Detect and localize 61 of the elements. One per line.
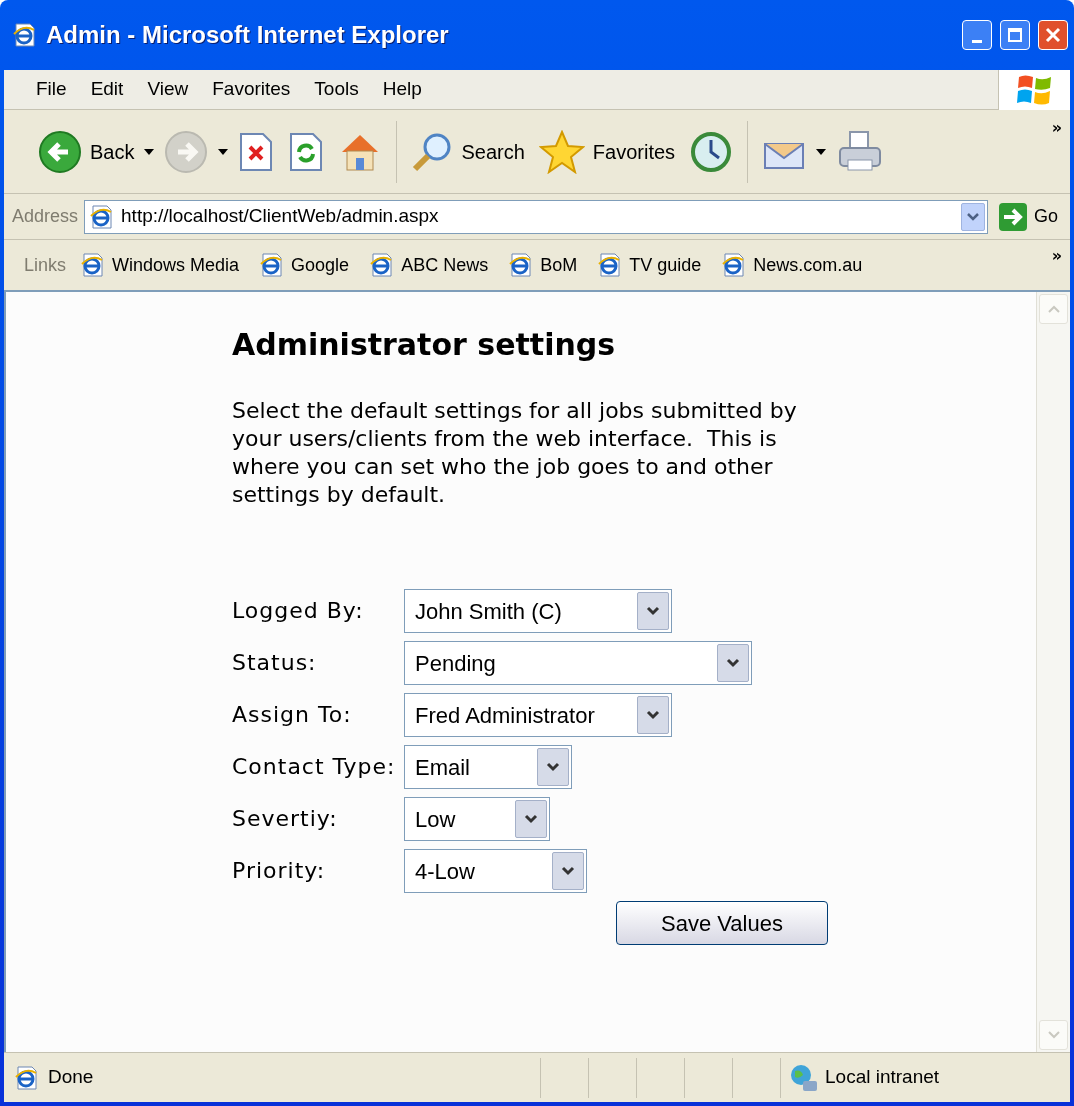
dropdown-field[interactable]: 4-Low [404, 849, 587, 893]
dropdown-field[interactable]: Low [404, 797, 550, 841]
link-button[interactable]: ABC News [369, 251, 489, 279]
links-label: Links [24, 253, 67, 277]
minimize-button[interactable] [962, 20, 992, 50]
menu-item[interactable]: Favorites [200, 75, 303, 104]
menu-item[interactable]: Edit [78, 75, 136, 104]
chevron-button[interactable]: » [1051, 244, 1062, 268]
link-button[interactable]: Windows Media [80, 251, 240, 279]
field-label: Severtiy: [232, 805, 339, 833]
caret-icon [546, 762, 560, 772]
favorites-button[interactable]: Favorites [534, 129, 680, 174]
search-button[interactable]: Search [407, 130, 529, 173]
page-icon [12, 22, 38, 48]
save-button[interactable]: Save Values [616, 901, 828, 945]
caret-icon [646, 710, 660, 720]
dropdown-field[interactable]: Pending [404, 641, 752, 685]
caret-icon [726, 658, 740, 668]
link-button[interactable]: News.com.au [721, 251, 863, 279]
link-button[interactable]: TV guide [597, 251, 702, 279]
chevron-button[interactable]: » [1051, 116, 1062, 140]
link-button[interactable]: Google [259, 251, 350, 279]
field-label: Priority: [232, 857, 327, 885]
caret-icon [646, 606, 660, 616]
link-button[interactable]: BoM [508, 251, 578, 279]
field-label: Assign To: [232, 701, 353, 729]
address-field[interactable]: http://localhost/ClientWeb/admin.aspx [84, 199, 988, 234]
dropdown-field[interactable]: John Smith (C) [404, 589, 672, 633]
page-icon [14, 1064, 40, 1091]
zone-text: Local intranet [825, 1065, 940, 1090]
menu-item[interactable]: Help [370, 75, 434, 104]
address-label: Address [12, 205, 79, 228]
caret-icon [561, 866, 575, 876]
field-label: Logged By: [232, 597, 365, 625]
menu-item[interactable]: View [135, 75, 201, 104]
menu-item[interactable]: Tools [302, 75, 371, 104]
dropdown-button[interactable] [961, 202, 985, 231]
star-icon [538, 129, 585, 174]
refresh-icon [288, 131, 325, 172]
field-label: Contact Type: [232, 753, 397, 781]
dropdown-field[interactable]: Email [404, 745, 572, 789]
dropdown-arrow-icon[interactable] [816, 148, 827, 155]
caret-icon [524, 814, 538, 824]
field-label: Status: [232, 649, 318, 677]
menu-item[interactable]: File [24, 75, 79, 104]
maximize-button[interactable] [1000, 20, 1030, 50]
status-text: Done [48, 1065, 94, 1090]
go-button[interactable]: Go [994, 201, 1062, 232]
page-heading: Administrator settings [232, 326, 617, 364]
close-button[interactable] [1038, 20, 1068, 50]
back-button[interactable]: Back [34, 129, 139, 174]
caret-icon [967, 212, 979, 221]
intro-paragraph: Select the default settings for all jobs submitted by your users/clients from the web interface. This is where you can set who the job goes to and other settings by default. [232, 397, 798, 509]
clock-icon [689, 129, 734, 174]
window-title: Admin - Microsoft Internet Explorer [46, 20, 449, 50]
dropdown-field[interactable]: Fred Administrator [404, 693, 672, 737]
dropdown-arrow-icon[interactable] [144, 148, 155, 155]
close-icon [1045, 27, 1061, 43]
dropdown-arrow-icon[interactable] [218, 148, 229, 155]
stop-icon [238, 131, 275, 172]
globe-icon [789, 1062, 819, 1093]
